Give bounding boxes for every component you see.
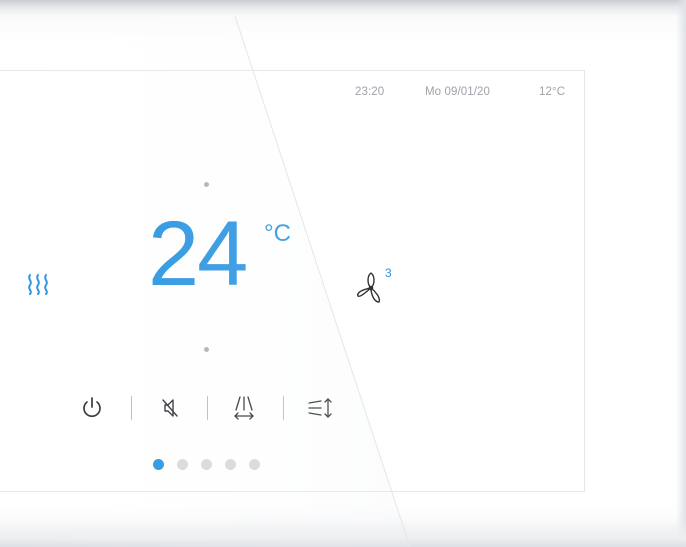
increase-setpoint-dot[interactable]: [204, 182, 209, 187]
page-dot-5[interactable]: [249, 459, 260, 470]
temperature-unit: °C: [264, 220, 291, 247]
control-separator: [207, 396, 208, 420]
horizontal-swing-icon[interactable]: [307, 396, 335, 425]
vertical-swing-icon[interactable]: [231, 394, 257, 427]
fan-speed-level: 3: [385, 266, 392, 280]
control-separator: [131, 396, 132, 420]
page-dot-1[interactable]: [153, 459, 164, 470]
heating-icon[interactable]: [26, 272, 56, 301]
panel-bottom-bevel: [0, 519, 686, 547]
outdoor-temperature: 12°C: [539, 86, 566, 98]
page-dot-2[interactable]: [177, 459, 188, 470]
page-dot-3[interactable]: [201, 459, 212, 470]
display-screen: [0, 70, 585, 492]
clock-time: 23:20: [355, 86, 385, 98]
thermostat-panel: 23:20 Mo 09/01/20 12°C 24 °C 3: [0, 0, 686, 547]
setpoint-temperature[interactable]: 24: [148, 208, 248, 300]
panel-right-bevel: [676, 0, 686, 547]
decrease-setpoint-dot[interactable]: [204, 347, 209, 352]
page-dot-4[interactable]: [225, 459, 236, 470]
power-icon[interactable]: [80, 396, 104, 425]
control-separator: [283, 396, 284, 420]
panel-top-bevel: [0, 0, 686, 16]
current-date: Mo 09/01/20: [425, 86, 491, 98]
speaker-off-icon[interactable]: [159, 396, 183, 425]
